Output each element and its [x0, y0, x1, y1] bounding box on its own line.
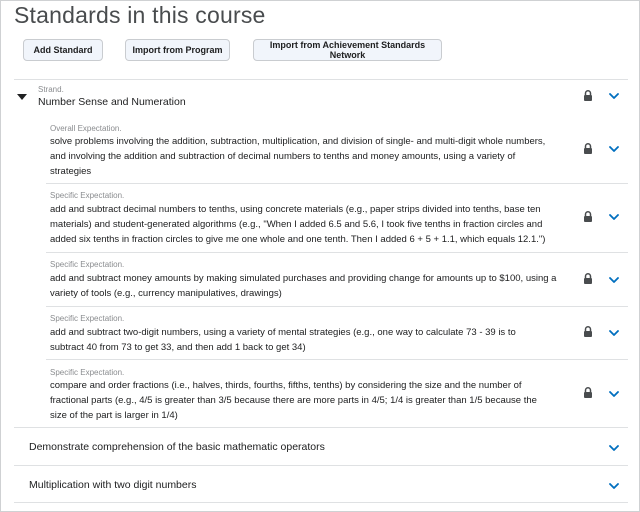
lock-icon: [583, 387, 593, 398]
strand-caption: Strand.: [38, 85, 64, 94]
text-line: add and subtract decimal numbers to tent…: [50, 204, 541, 215]
divider: [46, 359, 628, 360]
lock-icon: [583, 211, 593, 222]
specific-expectation-text: compare and order fractions (i.e., halve…: [50, 378, 575, 423]
specific-expectation-text: add and subtract decimal numbers to tent…: [50, 202, 575, 247]
divider: [14, 465, 628, 466]
add-standard-button[interactable]: Add Standard: [23, 39, 103, 61]
text-line: and involving the addition and subtracti…: [50, 151, 516, 162]
text-line: solve problems involving the addition, s…: [50, 136, 546, 147]
chevron-down-icon[interactable]: [609, 482, 619, 490]
specific-caption: Specific Expectation.: [50, 260, 125, 269]
specific-caption: Specific Expectation.: [50, 368, 125, 377]
chevron-down-icon[interactable]: [609, 276, 619, 284]
text-line: added six tenths in fraction circles to …: [50, 234, 546, 245]
text-line: materials) and student-generated algorit…: [50, 219, 543, 230]
chevron-down-icon[interactable]: [609, 145, 619, 153]
specific-caption: Specific Expectation.: [50, 191, 125, 200]
divider: [14, 79, 628, 80]
text-line: fractional parts (e.g., 4/5 is greater t…: [50, 395, 537, 406]
overall-expectation-text: solve problems involving the addition, s…: [50, 134, 575, 179]
lock-icon: [583, 143, 593, 154]
text-line: strategies: [50, 166, 92, 177]
specific-caption: Specific Expectation.: [50, 314, 125, 323]
page-title: Standards in this course: [14, 2, 266, 28]
caret-down-icon[interactable]: [17, 94, 27, 100]
strand-title: Number Sense and Numeration: [38, 96, 186, 108]
page-frame: [0, 0, 640, 512]
divider: [46, 306, 628, 307]
overall-caption: Overall Expectation.: [50, 124, 122, 133]
divider: [14, 427, 628, 428]
chevron-down-icon[interactable]: [609, 92, 619, 100]
text-line: subtract 40 from 73 to get 33, and then …: [50, 342, 306, 353]
standard-row-operators[interactable]: Demonstrate comprehension of the basic m…: [29, 441, 325, 453]
text-line: add and subtract money amounts by making…: [50, 273, 557, 284]
import-from-asn-button[interactable]: Import from Achievement Standards Networ…: [253, 39, 442, 61]
lock-icon: [583, 273, 593, 284]
text-line: compare and order fractions (i.e., halve…: [50, 380, 522, 391]
import-from-program-button[interactable]: Import from Program: [125, 39, 230, 61]
chevron-down-icon[interactable]: [609, 444, 619, 452]
specific-expectation-text: add and subtract two-digit numbers, usin…: [50, 325, 575, 355]
text-line: variety of tools (e.g., currency manipul…: [50, 288, 282, 299]
chevron-down-icon[interactable]: [609, 329, 619, 337]
specific-expectation-text: add and subtract money amounts by making…: [50, 271, 575, 301]
divider: [46, 183, 628, 184]
text-line: size of the part is larger in 1/4): [50, 410, 178, 421]
standard-row-multiplication[interactable]: Multiplication with two digit numbers: [29, 479, 197, 491]
divider: [46, 252, 628, 253]
divider: [14, 502, 628, 503]
chevron-down-icon[interactable]: [609, 213, 619, 221]
lock-icon: [583, 90, 593, 101]
chevron-down-icon[interactable]: [609, 390, 619, 398]
text-line: add and subtract two-digit numbers, usin…: [50, 327, 516, 338]
lock-icon: [583, 326, 593, 337]
